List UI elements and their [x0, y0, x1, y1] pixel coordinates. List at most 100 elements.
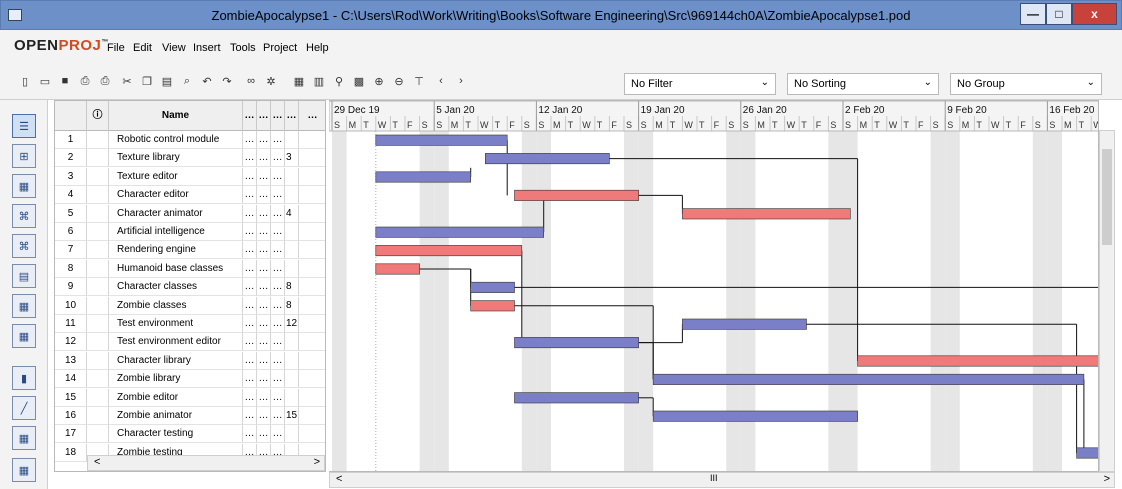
task-name[interactable]: Test environment: [109, 315, 243, 333]
row-indicator[interactable]: [87, 425, 109, 444]
table-row[interactable]: 14 Zombie library………: [55, 370, 325, 389]
header-col-c[interactable]: …: [271, 101, 285, 131]
table-row[interactable]: 7 Rendering engine………: [55, 241, 325, 260]
charts-view-icon[interactable]: ╱: [12, 396, 36, 420]
row-id[interactable]: 11: [55, 315, 87, 333]
minimize-button[interactable]: —: [1020, 3, 1046, 25]
task-name[interactable]: Character testing: [109, 425, 243, 444]
col-c[interactable]: …: [271, 259, 285, 278]
table-row[interactable]: 12 Test environment editor………: [55, 333, 325, 352]
col-b[interactable]: …: [257, 315, 271, 333]
scroll-right-arrow[interactable]: >: [1104, 473, 1110, 485]
row-indicator[interactable]: [87, 186, 109, 205]
new-icon[interactable]: ▯: [18, 74, 32, 88]
scroll-right-arrow[interactable]: >: [314, 456, 320, 468]
table-row[interactable]: 8 Humanoid base classes………: [55, 259, 325, 278]
task-usage-view-icon[interactable]: ▦: [12, 294, 36, 318]
task-name[interactable]: Zombie library: [109, 370, 243, 389]
col-e[interactable]: [299, 205, 325, 223]
row-indicator[interactable]: [87, 259, 109, 278]
table-row[interactable]: 10 Zombie classes……… 8: [55, 296, 325, 315]
col-a[interactable]: …: [243, 296, 257, 315]
table-row[interactable]: 3 Texture editor………: [55, 167, 325, 186]
task-name[interactable]: Character classes: [109, 278, 243, 297]
row-indicator[interactable]: [87, 370, 109, 389]
col-c[interactable]: …: [271, 167, 285, 186]
scroll-thumb[interactable]: [1102, 149, 1112, 245]
group-select[interactable]: No Group ⌄: [950, 73, 1102, 95]
task-bar[interactable]: [514, 337, 639, 349]
predecessors[interactable]: [285, 131, 299, 149]
task-name[interactable]: Rendering engine: [109, 241, 243, 260]
col-b[interactable]: …: [257, 370, 271, 389]
predecessors[interactable]: [285, 333, 299, 352]
header-id[interactable]: [55, 101, 87, 131]
header-col-e[interactable]: …: [299, 101, 325, 131]
sorting-select[interactable]: No Sorting ⌄: [787, 73, 939, 95]
row-indicator[interactable]: [87, 241, 109, 260]
scroll-left-arrow[interactable]: <: [336, 473, 342, 485]
task-bar[interactable]: [682, 318, 807, 330]
gantt-hscrollbar[interactable]: < III >: [329, 472, 1115, 488]
unlink-icon[interactable]: ✲: [264, 74, 278, 88]
gantt-view-icon[interactable]: ☰: [12, 114, 36, 138]
predecessors[interactable]: [285, 241, 299, 260]
col-b[interactable]: …: [257, 425, 271, 444]
col-a[interactable]: …: [243, 167, 257, 186]
table-row[interactable]: 1 Robotic control module………: [55, 131, 325, 149]
row-id[interactable]: 18: [55, 443, 87, 462]
col-a[interactable]: …: [243, 259, 257, 278]
col-a[interactable]: …: [243, 223, 257, 241]
col-a[interactable]: …: [243, 278, 257, 297]
predecessors[interactable]: [285, 425, 299, 444]
menu-edit[interactable]: Edit: [133, 42, 152, 54]
calendar-icon[interactable]: ▩: [352, 74, 366, 88]
col-c[interactable]: …: [271, 223, 285, 241]
col-c[interactable]: …: [271, 370, 285, 389]
task-bar[interactable]: [375, 134, 508, 146]
col-e[interactable]: [299, 241, 325, 260]
filter-select[interactable]: No Filter ⌄: [624, 73, 776, 95]
col-a[interactable]: …: [243, 351, 257, 370]
col-e[interactable]: [299, 389, 325, 407]
col-c[interactable]: …: [271, 204, 285, 223]
col-e[interactable]: [299, 186, 325, 205]
task-name[interactable]: Texture editor: [109, 167, 243, 186]
row-indicator[interactable]: [87, 388, 109, 407]
task-bar[interactable]: [1076, 447, 1099, 459]
row-id[interactable]: 10: [55, 296, 87, 315]
col-c[interactable]: …: [271, 351, 285, 370]
task-bar[interactable]: [470, 300, 515, 312]
col-c[interactable]: …: [271, 241, 285, 260]
col-e[interactable]: [299, 278, 325, 297]
col-b[interactable]: …: [257, 407, 271, 425]
col-b[interactable]: …: [257, 131, 271, 149]
predecessors[interactable]: [285, 223, 299, 241]
col-b[interactable]: …: [257, 149, 271, 168]
table-row[interactable]: 9 Character classes……… 8: [55, 278, 325, 297]
col-e[interactable]: [299, 370, 325, 389]
col-e[interactable]: [299, 315, 325, 333]
link-icon[interactable]: ∞: [244, 74, 258, 88]
task-bar[interactable]: [652, 373, 1085, 385]
predecessors[interactable]: [285, 388, 299, 407]
table-row[interactable]: 11 Test environment……… 12: [55, 315, 325, 333]
row-id[interactable]: 14: [55, 370, 87, 389]
task-name[interactable]: Character animator: [109, 204, 243, 223]
task-bar[interactable]: [857, 355, 1099, 367]
table-row[interactable]: 16 Zombie animator……… 15: [55, 407, 325, 425]
col-a[interactable]: …: [243, 149, 257, 168]
table-row[interactable]: 6 Artificial intelligence………: [55, 223, 325, 241]
task-name[interactable]: Robotic control module: [109, 131, 243, 149]
table-row[interactable]: 4 Character editor………: [55, 186, 325, 205]
task-name[interactable]: Zombie animator: [109, 407, 243, 425]
gantt-canvas[interactable]: SMTWTFSSMTWTFSSMTWTFSSMTWTFSSMTWTFSSMTWT…: [329, 101, 1099, 472]
row-indicator[interactable]: [87, 278, 109, 297]
gantt-chart[interactable]: SMTWTFSSMTWTFSSMTWTFSSMTWTFSSMTWTFSSMTWT…: [329, 100, 1099, 472]
zoom-out-icon[interactable]: ⊖: [392, 74, 406, 88]
resource-usage-detail-view-icon[interactable]: ▦: [12, 458, 36, 482]
row-indicator[interactable]: [87, 204, 109, 223]
save-icon[interactable]: ■: [58, 74, 72, 88]
task-name[interactable]: Test environment editor: [109, 333, 243, 352]
predecessors[interactable]: 8: [285, 296, 299, 315]
